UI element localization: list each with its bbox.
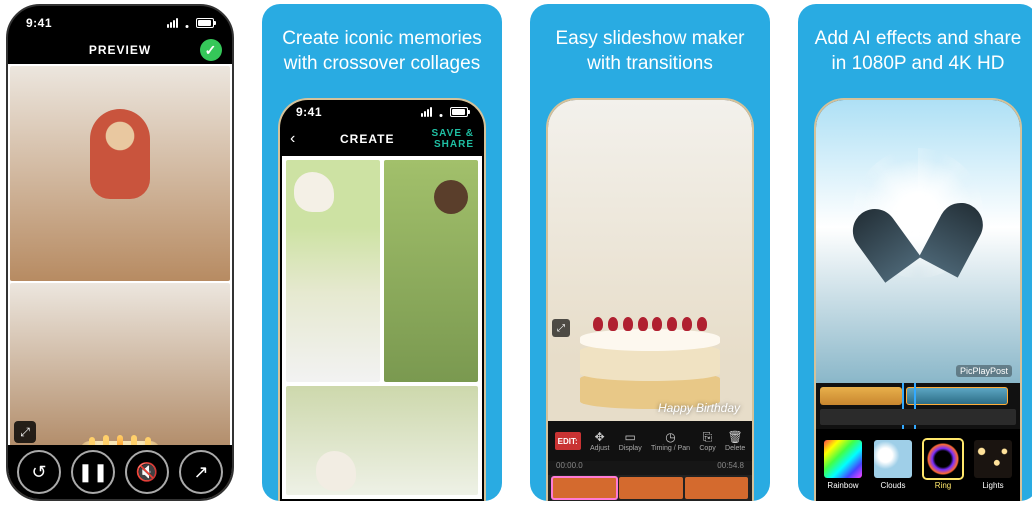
phone-frame: 9:41 EFFECTS ✓ PicPlayPost bbox=[814, 98, 1022, 501]
heart-shape bbox=[872, 184, 964, 276]
playback-controls: ↺ ❚❚ 🔇 ↗ bbox=[8, 445, 232, 499]
status-time: 9:41 bbox=[296, 105, 322, 119]
tool-display[interactable]: ▭Display bbox=[619, 430, 642, 452]
fx-clip-2[interactable] bbox=[906, 387, 1008, 405]
clip-timeline[interactable] bbox=[548, 475, 752, 501]
collage-cell-park[interactable] bbox=[286, 386, 478, 495]
phone-frame: 9:41 ‹ CREATE SAVE & SHARE bbox=[278, 98, 486, 501]
slide-canvas[interactable]: Happy Birthday ⤢ bbox=[548, 100, 752, 421]
battery-icon bbox=[196, 18, 214, 28]
fx-clip-1[interactable] bbox=[820, 387, 902, 405]
share-button[interactable]: ↗ bbox=[179, 450, 223, 494]
app-header: PREVIEW ✓ bbox=[8, 36, 232, 64]
card-caption: Easy slideshow maker with transitions bbox=[530, 4, 770, 98]
signal-icon bbox=[421, 107, 432, 117]
tool-timing[interactable]: ◷Timing / Pan bbox=[651, 430, 690, 452]
header-title: CREATE bbox=[340, 132, 394, 146]
collage-canvas[interactable] bbox=[282, 156, 482, 499]
fx-option-lights[interactable]: Lights bbox=[974, 440, 1012, 490]
screenshot-preview-phone: 9:41 PREVIEW ✓ ⤢ ↺ ❚❚ 🔇 ↗ bbox=[6, 4, 234, 501]
card-caption: Create iconic memories with crossover co… bbox=[262, 4, 502, 98]
app-header: ‹ CREATE SAVE & SHARE bbox=[280, 124, 484, 154]
done-check-icon[interactable]: ✓ bbox=[200, 39, 222, 61]
pause-button[interactable]: ❚❚ bbox=[71, 450, 115, 494]
preview-clip-1[interactable] bbox=[10, 66, 230, 281]
watermark-label: PicPlayPost bbox=[956, 365, 1012, 377]
status-time: 9:41 bbox=[26, 16, 52, 30]
tool-edit[interactable]: EDIT: bbox=[555, 432, 581, 450]
save-share-button[interactable]: SAVE & SHARE bbox=[394, 128, 474, 150]
tool-delete[interactable]: 🗑Delete bbox=[725, 430, 745, 452]
preview-canvas bbox=[8, 64, 232, 499]
effects-palette: Rainbow Clouds Ring Lights bbox=[816, 429, 1020, 501]
timeline-clip-1[interactable] bbox=[552, 477, 617, 499]
status-icons bbox=[421, 107, 468, 117]
header-title: PREVIEW bbox=[68, 43, 172, 57]
collage-cell-dog[interactable] bbox=[286, 160, 380, 382]
time-end: 00:54.8 bbox=[717, 461, 744, 475]
cake-photo bbox=[580, 289, 720, 409]
fx-option-clouds[interactable]: Clouds bbox=[874, 440, 912, 490]
signal-icon bbox=[167, 18, 178, 28]
status-bar: 9:41 bbox=[8, 6, 232, 36]
effect-preview-canvas[interactable]: PicPlayPost bbox=[816, 100, 1020, 383]
phone-frame: 9:41 ‹ CREATE SAVE & SHARE bbox=[546, 98, 754, 501]
effects-timeline[interactable] bbox=[816, 383, 1020, 429]
time-start: 00:00.0 bbox=[556, 461, 583, 475]
back-icon[interactable]: ‹ bbox=[290, 130, 296, 147]
screenshot-effects-card: Add AI effects and share in 1080P and 4K… bbox=[798, 4, 1032, 501]
tool-adjust[interactable]: ✥Adjust bbox=[590, 430, 609, 452]
fx-track[interactable] bbox=[820, 409, 1016, 425]
edit-toolbar: EDIT: ✥Adjust ▭Display ◷Timing / Pan ⎘Co… bbox=[548, 421, 752, 461]
status-bar: 9:41 bbox=[280, 100, 484, 124]
undo-button[interactable]: ↺ bbox=[17, 450, 61, 494]
card-caption: Add AI effects and share in 1080P and 4K… bbox=[798, 4, 1032, 98]
collage-cell-selfie[interactable] bbox=[384, 160, 478, 382]
screenshot-slideshow-card: Easy slideshow maker with transitions 9:… bbox=[530, 4, 770, 501]
wifi-icon bbox=[181, 18, 193, 28]
timeline-clip-3[interactable] bbox=[685, 477, 748, 499]
battery-icon bbox=[450, 107, 468, 117]
tool-copy[interactable]: ⎘Copy bbox=[699, 430, 715, 452]
dynamic-island bbox=[351, 106, 413, 124]
expand-icon[interactable]: ⤢ bbox=[552, 319, 570, 337]
timeline-clip-2[interactable] bbox=[619, 477, 682, 499]
status-icons bbox=[167, 18, 214, 28]
screenshot-collage-card: Create iconic memories with crossover co… bbox=[262, 4, 502, 501]
wifi-icon bbox=[435, 107, 447, 117]
fx-option-ring[interactable]: Ring bbox=[924, 440, 962, 490]
time-ruler: 00:00.0 00:54.8 bbox=[548, 461, 752, 475]
dynamic-island bbox=[84, 14, 156, 34]
fx-option-rainbow[interactable]: Rainbow bbox=[824, 440, 862, 490]
mute-button[interactable]: 🔇 bbox=[125, 450, 169, 494]
expand-icon[interactable]: ⤢ bbox=[14, 421, 36, 443]
slide-text-overlay[interactable]: Happy Birthday bbox=[658, 401, 740, 415]
